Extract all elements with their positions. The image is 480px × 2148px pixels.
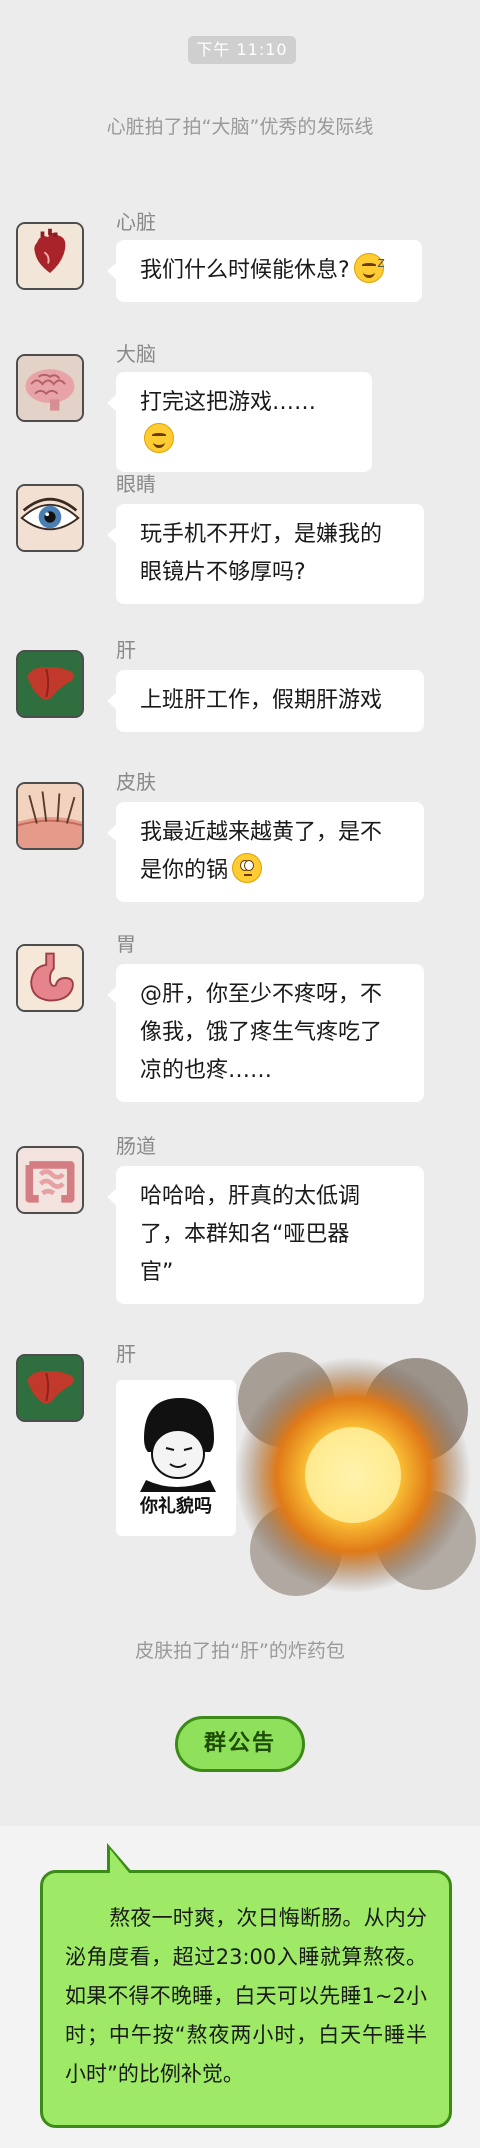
sender-name: 肠道	[116, 1134, 156, 1158]
sender-name: 肝	[116, 638, 136, 662]
timestamp: 下午 11:10	[188, 36, 296, 64]
intestine-icon	[18, 1148, 82, 1212]
avatar-liver[interactable]	[16, 1354, 84, 1422]
skin-icon	[18, 784, 82, 848]
sender-name: 肝	[116, 1342, 136, 1366]
message-text: 我们什么时候能休息?	[140, 258, 350, 283]
chat-area: 下午 11:10 心脏拍了拍“大脑”优秀的发际线 心脏 我们什么时候能休息? 大…	[0, 0, 480, 1826]
heart-icon	[18, 224, 82, 288]
sticker-caption: 你礼貌吗	[140, 1496, 212, 1517]
liver-icon	[18, 652, 82, 716]
sender-name: 皮肤	[116, 770, 156, 794]
message-bubble[interactable]: 上班肝工作，假期肝游戏	[107, 670, 424, 732]
message-text-line: 我最近越来越黄了，是不	[140, 820, 383, 845]
message-text-line: 玩手机不开灯，是嫌我的	[140, 522, 383, 547]
message-bubble[interactable]: @肝，你至少不疼呀，不 像我，饿了疼生气疼吃了 凉的也疼……	[107, 964, 424, 1102]
stomach-icon	[18, 946, 82, 1010]
avatar-skin[interactable]	[16, 782, 84, 850]
message-text-line: 哈哈哈，肝真的太低调	[140, 1184, 361, 1209]
explosion-icon	[235, 1352, 476, 1596]
sender-name: 眼睛	[116, 472, 156, 496]
message-bubble[interactable]: 哈哈哈，肝真的太低调 了，本群知名“哑巴器 官”	[107, 1166, 424, 1304]
avatar-heart[interactable]	[16, 222, 84, 290]
grinning-face-emoji	[144, 423, 174, 453]
message-text-line: 是你的锅	[140, 858, 229, 883]
avatar-liver[interactable]	[16, 650, 84, 718]
avatar-stomach[interactable]	[16, 944, 84, 1012]
message-text: 上班肝工作，假期肝游戏	[140, 688, 383, 713]
message-text: 打完这把游戏……	[140, 390, 317, 415]
sender-name: 胃	[116, 932, 136, 956]
avatar-brain[interactable]	[16, 354, 84, 422]
announcement-text: 熬夜一时爽，次日悔断肠。从内分泌角度看，超过23:00入睡就算熬夜。如果不得不晚…	[65, 1906, 427, 2086]
message-bubble[interactable]: 打完这把游戏……	[107, 372, 372, 472]
eye-roll-emoji	[232, 853, 263, 883]
eye-icon	[18, 486, 82, 550]
meme-sticker[interactable]: 你礼貌吗	[116, 1380, 236, 1536]
system-message-pat: 皮肤拍了拍“肝”的炸药包	[135, 1640, 345, 1662]
message-bubble[interactable]: 我最近越来越黄了，是不 是你的锅	[107, 802, 424, 902]
avatar-intestine[interactable]	[16, 1146, 84, 1214]
liver-icon	[18, 1356, 82, 1420]
message-text-line: 了，本群知名“哑巴器	[140, 1222, 350, 1247]
system-message-pat: 心脏拍了拍“大脑”优秀的发际线	[106, 116, 374, 138]
brain-icon	[18, 356, 82, 420]
message-bubble[interactable]: 我们什么时候能休息?	[107, 240, 422, 302]
message-text-line: 官”	[140, 1260, 174, 1285]
message-text-line: @肝，你至少不疼呀，不	[140, 982, 383, 1007]
message-bubble[interactable]: 玩手机不开灯，是嫌我的 眼镜片不够厚吗?	[107, 504, 424, 604]
group-announcement-button[interactable]: 群公告	[175, 1716, 305, 1772]
avatar-eye[interactable]	[16, 484, 84, 552]
message-text-line: 像我，饿了疼生气疼吃了	[140, 1020, 383, 1045]
sleepy-face-emoji	[353, 244, 385, 283]
sender-name: 大脑	[116, 342, 156, 366]
message-text-line: 凉的也疼……	[140, 1058, 273, 1083]
message-text-line: 眼镜片不够厚吗?	[140, 560, 306, 585]
sender-name: 心脏	[116, 210, 156, 234]
announcement-text-box: 熬夜一时爽，次日悔断肠。从内分泌角度看，超过23:00入睡就算熬夜。如果不得不晚…	[40, 1843, 452, 2128]
